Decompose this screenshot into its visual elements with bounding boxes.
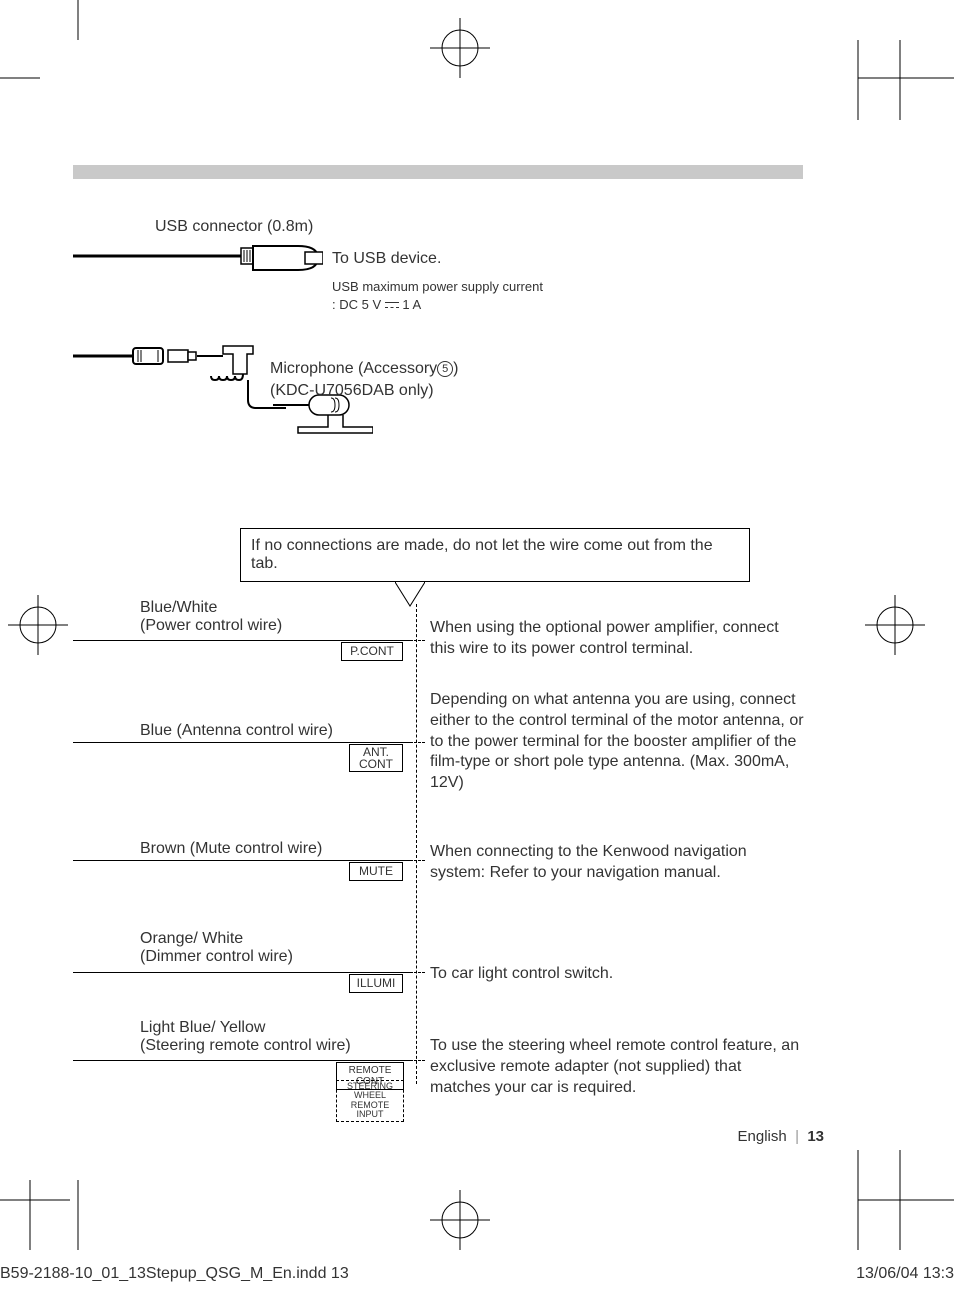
microphone-label: Microphone (Accessory5) (KDC-U7056DAB on…	[270, 358, 459, 401]
usb-max-current-suffix: 1 A	[399, 297, 421, 312]
wire-desc-antcont: Depending on what antenna you are using,…	[430, 690, 805, 794]
wire-label-illumi: Orange/ White (Dimmer control wire)	[140, 930, 293, 966]
wire-tag2a: STEERING WHEEL	[347, 1081, 393, 1100]
wire-line-illumi	[73, 972, 410, 973]
wire-color: Blue (Antenna control wire)	[140, 722, 333, 739]
wiring-warning-callout: If no connections are made, do not let t…	[240, 528, 750, 582]
central-dashed-line	[416, 604, 417, 1084]
wire-label-mute: Brown (Mute control wire)	[140, 840, 322, 858]
callout-pointer-icon	[395, 582, 425, 612]
wire-dash-pcont	[410, 640, 425, 641]
wire-line-remotecont	[73, 1060, 410, 1061]
wire-line-pcont	[73, 640, 410, 641]
mic-line1-prefix: Microphone (Accessory	[270, 360, 437, 377]
wire-label-remotecont: Light Blue/ Yellow (Steering remote cont…	[140, 1019, 351, 1055]
footer-page-number: 13	[807, 1128, 824, 1145]
wire-color: Blue/White	[140, 599, 217, 616]
usb-max-current-prefix: : DC 5 V	[332, 297, 385, 312]
wire-label-antcont: Blue (Antenna control wire)	[140, 722, 333, 740]
mic-line1-suffix: )	[453, 360, 458, 377]
wire-line-antcont	[73, 742, 410, 743]
wire-desc-mute: When connecting to the Kenwood navigatio…	[430, 842, 805, 884]
slug-file: B59-2188-10_01_13Stepup_QSG_M_En.indd 13	[0, 1265, 349, 1283]
wire-color: Orange/ White	[140, 930, 243, 947]
usb-max-current: USB maximum power supply current : DC 5 …	[332, 278, 543, 314]
callout-text: If no connections are made, do not let t…	[251, 537, 713, 572]
wire-dash-antcont	[410, 742, 425, 743]
circled-number-icon: 5	[437, 361, 453, 377]
wire-label-pcont: Blue/White (Power control wire)	[140, 599, 282, 635]
usb-to-label: To USB device.	[332, 250, 441, 268]
wire-tag-illumi: ILLUMI	[349, 974, 403, 993]
usb-max-current-line1: USB maximum power supply current	[332, 279, 543, 294]
footer-sep: |	[795, 1128, 799, 1145]
wire-tag2b: REMOTE INPUT	[351, 1100, 390, 1119]
slug-timestamp: 13/06/04 13:3	[856, 1265, 954, 1283]
wire-tag-antcont: ANT.CONT	[349, 744, 403, 772]
wire-line-mute	[73, 860, 410, 861]
wire-desc-illumi: To car light control switch.	[430, 964, 805, 985]
wire-color: Brown (Mute control wire)	[140, 840, 322, 857]
wire-dash-remotecont	[410, 1060, 425, 1061]
usb-connector-drawing	[73, 238, 323, 278]
page-footer: English | 13	[738, 1128, 824, 1145]
wire-desc-pcont: When using the optional power amplifier,…	[430, 618, 805, 660]
footer-lang: English	[738, 1128, 787, 1145]
wire-name: (Dimmer control wire)	[140, 948, 293, 965]
wire-name: (Power control wire)	[140, 617, 282, 634]
wire-tag2-remotecont: STEERING WHEEL REMOTE INPUT	[336, 1080, 404, 1122]
dc-symbol-icon	[385, 302, 399, 310]
wire-dash-mute	[410, 860, 425, 861]
mic-line2: (KDC-U7056DAB only)	[270, 382, 434, 399]
wire-color: Light Blue/ Yellow	[140, 1019, 265, 1036]
wire-tag-mute: MUTE	[349, 862, 403, 881]
wire-name: (Steering remote control wire)	[140, 1037, 351, 1054]
usb-connector-label: USB connector (0.8m)	[155, 218, 313, 236]
wire-desc-remotecont: To use the steering wheel remote control…	[430, 1036, 805, 1098]
wire-dash-illumi	[410, 972, 425, 973]
wire-tag-pcont: P.CONT	[341, 642, 403, 661]
